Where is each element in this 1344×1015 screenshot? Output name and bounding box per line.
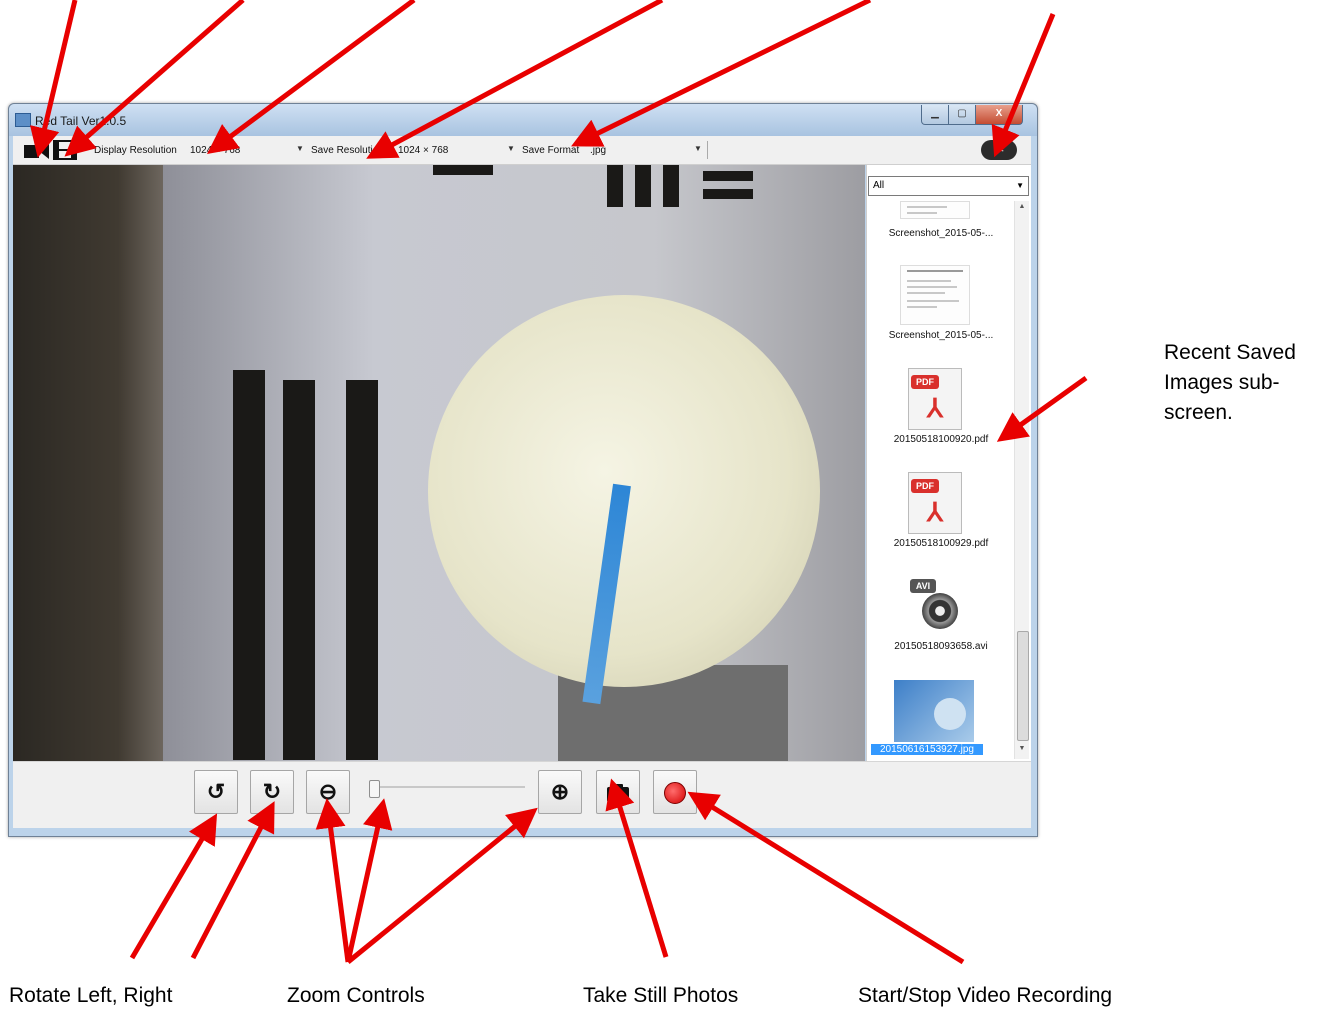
zoom-in-button[interactable]: ⊕ xyxy=(538,770,582,814)
scroll-up-arrow[interactable]: ▲ xyxy=(1015,203,1029,215)
chevron-down-icon[interactable]: ▼ xyxy=(1016,181,1024,190)
app-icon xyxy=(15,113,31,127)
avi-tag: AVI xyxy=(910,579,936,593)
rotate-left-button[interactable]: ↺ xyxy=(194,770,238,814)
recent-item[interactable]: Screenshot_2015-05-... xyxy=(871,201,1011,245)
save-resolution-label: Save Resolution xyxy=(311,145,384,156)
recent-item-label: 20150518100920.pdf xyxy=(893,434,989,445)
preview-line xyxy=(907,212,937,214)
preview-line xyxy=(907,270,963,272)
take-photo-button[interactable] xyxy=(596,770,640,814)
tools-icon[interactable]: ✂ xyxy=(981,140,1017,160)
save-resolution-select[interactable]: 1024 × 768 xyxy=(398,145,448,156)
save-resolution-arrow[interactable]: ▼ xyxy=(507,144,515,153)
zoom-slider-thumb[interactable] xyxy=(369,780,380,798)
video-chart-bar xyxy=(433,165,493,175)
pdf-page-icon: PDF ⅄ xyxy=(908,472,962,534)
video-background xyxy=(13,165,163,761)
save-format-label: Save Format xyxy=(522,145,580,156)
close-button[interactable]: X xyxy=(975,105,1023,125)
pdf-page-icon: PDF ⅄ xyxy=(908,368,962,430)
screenshot-thumbnail xyxy=(894,265,974,327)
acrobat-icon: ⅄ xyxy=(927,497,943,527)
annotation-zoom: Zoom Controls xyxy=(287,984,425,1007)
preview-line xyxy=(907,292,945,294)
recent-item-label: Screenshot_2015-05-... xyxy=(888,330,994,341)
camera-icon xyxy=(607,784,629,803)
annotation-recent-images: Recent Saved Images sub- screen. xyxy=(1164,338,1296,428)
pdf-tag: PDF xyxy=(911,479,939,493)
recent-item[interactable]: PDF ⅄ 20150518100920.pdf xyxy=(871,368,1011,448)
recent-item-label: 20150616153927.jpg xyxy=(871,744,983,755)
minimize-button[interactable]: ▁ xyxy=(921,105,949,125)
live-video-preview xyxy=(13,165,865,761)
preview-line xyxy=(907,300,959,302)
annotation-line: screen. xyxy=(1164,401,1233,424)
video-chart-bar xyxy=(346,380,378,760)
zoom-slider[interactable] xyxy=(377,786,525,788)
recent-item[interactable]: PDF ⅄ 20150518100929.pdf xyxy=(871,472,1011,552)
annotation-rotate: Rotate Left, Right xyxy=(9,984,173,1007)
video-camera-icon[interactable] xyxy=(24,142,50,160)
video-chart-bar xyxy=(703,171,753,181)
acrobat-icon: ⅄ xyxy=(927,393,943,423)
video-chart-bar xyxy=(703,189,753,199)
scrollbar-thumb[interactable] xyxy=(1017,631,1029,741)
preview-line xyxy=(907,280,951,282)
save-format-arrow[interactable]: ▼ xyxy=(694,144,702,153)
app-window: Red Tail Ver1.0.5 ▁ ▢ X Display Resoluti… xyxy=(8,103,1038,837)
video-chart-bar xyxy=(233,370,265,760)
record-button[interactable] xyxy=(653,770,697,814)
zoom-out-button[interactable]: ⊖ xyxy=(306,770,350,814)
title-bar[interactable]: Red Tail Ver1.0.5 ▁ ▢ X xyxy=(9,104,1037,136)
video-chart-bar xyxy=(635,165,651,207)
jpg-thumbnail xyxy=(894,680,974,742)
arrow-rotate-left xyxy=(129,813,218,960)
rotate-right-button[interactable]: ↻ xyxy=(250,770,294,814)
filter-value: All xyxy=(873,180,885,191)
avi-file-icon: AVI xyxy=(894,575,974,637)
display-resolution-label: Display Resolution xyxy=(94,145,177,156)
annotation-line: Images sub- xyxy=(1164,371,1280,394)
document-preview xyxy=(900,201,970,219)
save-format-select[interactable]: .jpg xyxy=(590,145,606,156)
scroll-down-arrow[interactable]: ▼ xyxy=(1015,745,1029,757)
toolbar-divider xyxy=(707,141,708,159)
recent-images-panel: All ▼ Screenshot_2015-05-... Screenshot_… xyxy=(866,165,1031,761)
window-title: Red Tail Ver1.0.5 xyxy=(35,114,127,128)
control-bar: ↺ ↻ ⊖ ⊕ xyxy=(13,761,1031,828)
video-chart-bar xyxy=(283,380,315,760)
file-type-filter[interactable]: All ▼ xyxy=(868,176,1029,196)
recent-item-label: 20150518093658.avi xyxy=(894,641,988,652)
recent-images-scrollbar[interactable]: ▲ ▼ xyxy=(1014,201,1029,759)
screenshot-thumbnail xyxy=(894,201,974,219)
film-reel-icon xyxy=(922,593,958,629)
annotation-record: Start/Stop Video Recording xyxy=(858,984,1113,1007)
document-preview xyxy=(900,265,970,325)
recent-item[interactable]: Screenshot_2015-05-... xyxy=(871,265,1011,345)
display-resolution-select[interactable]: 1024 × 768 xyxy=(190,145,240,156)
pdf-file-icon: PDF ⅄ xyxy=(894,472,974,534)
pdf-tag: PDF xyxy=(911,375,939,389)
recent-item-selected[interactable]: 20150616153927.jpg xyxy=(871,680,1011,760)
preview-line xyxy=(907,286,957,288)
film-strip-icon[interactable] xyxy=(53,140,77,160)
maximize-button[interactable]: ▢ xyxy=(948,105,976,125)
thumbnail-ball xyxy=(934,698,966,730)
preview-line xyxy=(907,206,947,208)
annotation-line: Recent Saved xyxy=(1164,341,1296,364)
annotation-still: Take Still Photos xyxy=(583,984,739,1007)
recent-item-label: Screenshot_2015-05-... xyxy=(888,228,994,239)
pdf-file-icon: PDF ⅄ xyxy=(894,368,974,430)
video-chart-bar xyxy=(607,165,623,207)
recent-item-label: 20150518100929.pdf xyxy=(893,538,989,549)
display-resolution-arrow[interactable]: ▼ xyxy=(296,144,304,153)
video-chart-bar xyxy=(663,165,679,207)
record-icon xyxy=(664,782,686,805)
recent-item[interactable]: AVI 20150518093658.avi xyxy=(871,575,1011,655)
preview-line xyxy=(907,306,937,308)
toolbar: Display Resolution 1024 × 768 ▼ Save Res… xyxy=(13,136,1031,165)
